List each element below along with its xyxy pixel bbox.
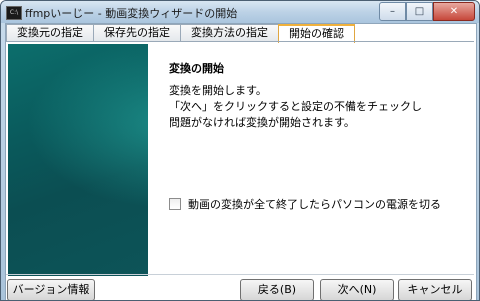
version-info-button[interactable]: バージョン情報 bbox=[7, 279, 95, 300]
tab-destination[interactable]: 保存先の指定 bbox=[93, 24, 181, 41]
description-line-2: 「次へ」をクリックすると設定の不備をチェックし bbox=[169, 100, 422, 113]
wizard-window: C:\ ffmpいーじー - 動画変換ウィザードの開始 – □ ✕ 変換元の指定… bbox=[0, 0, 480, 301]
wizard-banner-image bbox=[8, 44, 148, 276]
tab-source[interactable]: 変換元の指定 bbox=[6, 24, 94, 41]
console-app-icon: C:\ bbox=[6, 6, 22, 20]
wizard-client-area: 変換元の指定 保存先の指定 変換方法の指定 開始の確認 変換の開始 変換を開始し… bbox=[5, 23, 477, 300]
back-button[interactable]: 戻る(B) bbox=[240, 279, 314, 300]
next-button[interactable]: 次へ(N) bbox=[320, 279, 394, 300]
shutdown-option[interactable]: 動画の変換が全て終了したらパソコンの電源を切る bbox=[169, 196, 441, 212]
wizard-tabs: 変換元の指定 保存先の指定 変換方法の指定 開始の確認 bbox=[6, 24, 355, 43]
maximize-icon[interactable]: □ bbox=[406, 2, 433, 21]
caption-buttons: – □ ✕ bbox=[379, 2, 475, 21]
close-icon[interactable]: ✕ bbox=[433, 2, 475, 21]
page-heading: 変換の開始 bbox=[169, 62, 224, 75]
description-line-1: 変換を開始します。 bbox=[169, 84, 267, 97]
footer-separator bbox=[6, 274, 474, 275]
window-title: ffmpいーじー - 動画変換ウィザードの開始 bbox=[25, 7, 238, 20]
cancel-button[interactable]: キャンセル bbox=[398, 279, 472, 300]
shutdown-checkbox-label[interactable]: 動画の変換が全て終了したらパソコンの電源を切る bbox=[188, 196, 441, 212]
minimize-icon[interactable]: – bbox=[379, 2, 406, 21]
shutdown-checkbox[interactable] bbox=[169, 198, 181, 210]
title-bar[interactable]: C:\ ffmpいーじー - 動画変換ウィザードの開始 – □ ✕ bbox=[1, 1, 479, 23]
tab-conversion-method[interactable]: 変換方法の指定 bbox=[180, 24, 279, 41]
description-line-3: 問題がなければ変換が開始されます。 bbox=[169, 116, 355, 129]
